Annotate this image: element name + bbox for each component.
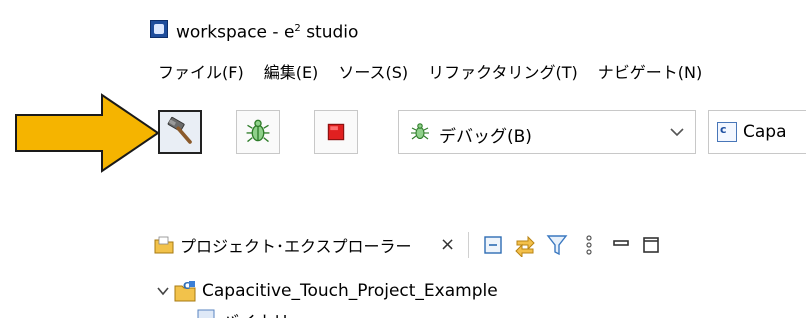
tree-item-project[interactable]: C Capacitive_Touch_Project_Example [156,276,806,306]
chevron-down-icon[interactable] [156,284,170,298]
launch-configuration-label: Capa [743,122,787,142]
hammer-icon [167,116,192,144]
tree-item-label: Capacitive_Touch_Project_Example [202,281,498,301]
collapse-all-icon[interactable] [482,233,504,257]
divider [468,232,469,258]
minimize-icon[interactable] [610,233,632,257]
menu-navigate[interactable]: ナビゲート(N) [598,60,702,86]
project-explorer-title: プロジェクト･エクスプローラー [180,237,412,256]
project-explorer-icon [154,236,174,254]
window-title: workspace - e2 studio [176,22,359,43]
bug-icon [411,123,429,140]
bug-icon [246,119,270,143]
e2-studio-icon [150,20,168,38]
binaries-icon [197,309,215,318]
menu-refactor[interactable]: リファクタリング(T) [428,60,578,86]
menu-source[interactable]: ソース(S) [338,60,408,86]
link-with-editor-icon[interactable] [514,233,536,257]
c-launch-config-icon: c [717,122,737,142]
project-explorer-tab[interactable]: プロジェクト･エクスプローラー × [150,228,806,262]
close-icon[interactable]: × [440,234,455,255]
launch-mode-label: デバッグ(B) [439,127,532,147]
build-button[interactable] [158,110,202,154]
menu-bar: ファイル(F) 編集(E) ソース(S) リファクタリング(T) ナビゲート(N… [158,60,702,86]
tree-item-binaries[interactable]: バイナリー [176,306,806,318]
stop-icon [327,123,345,141]
tree-item-label: バイナリー [222,308,307,318]
terminate-button[interactable] [314,110,358,154]
debug-button[interactable] [236,110,280,154]
filter-icon[interactable] [546,233,568,257]
view-menu-icon[interactable] [578,233,600,257]
c-project-icon: C [174,281,196,302]
pointer-arrow [15,93,160,173]
menu-file[interactable]: ファイル(F) [158,60,244,86]
chevron-down-icon[interactable] [667,122,687,142]
maximize-icon[interactable] [640,233,662,257]
launch-configuration-dropdown[interactable]: c Capa [708,110,806,154]
launch-mode-dropdown[interactable]: デバッグ(B) [398,110,696,154]
menu-edit[interactable]: 編集(E) [264,60,319,86]
